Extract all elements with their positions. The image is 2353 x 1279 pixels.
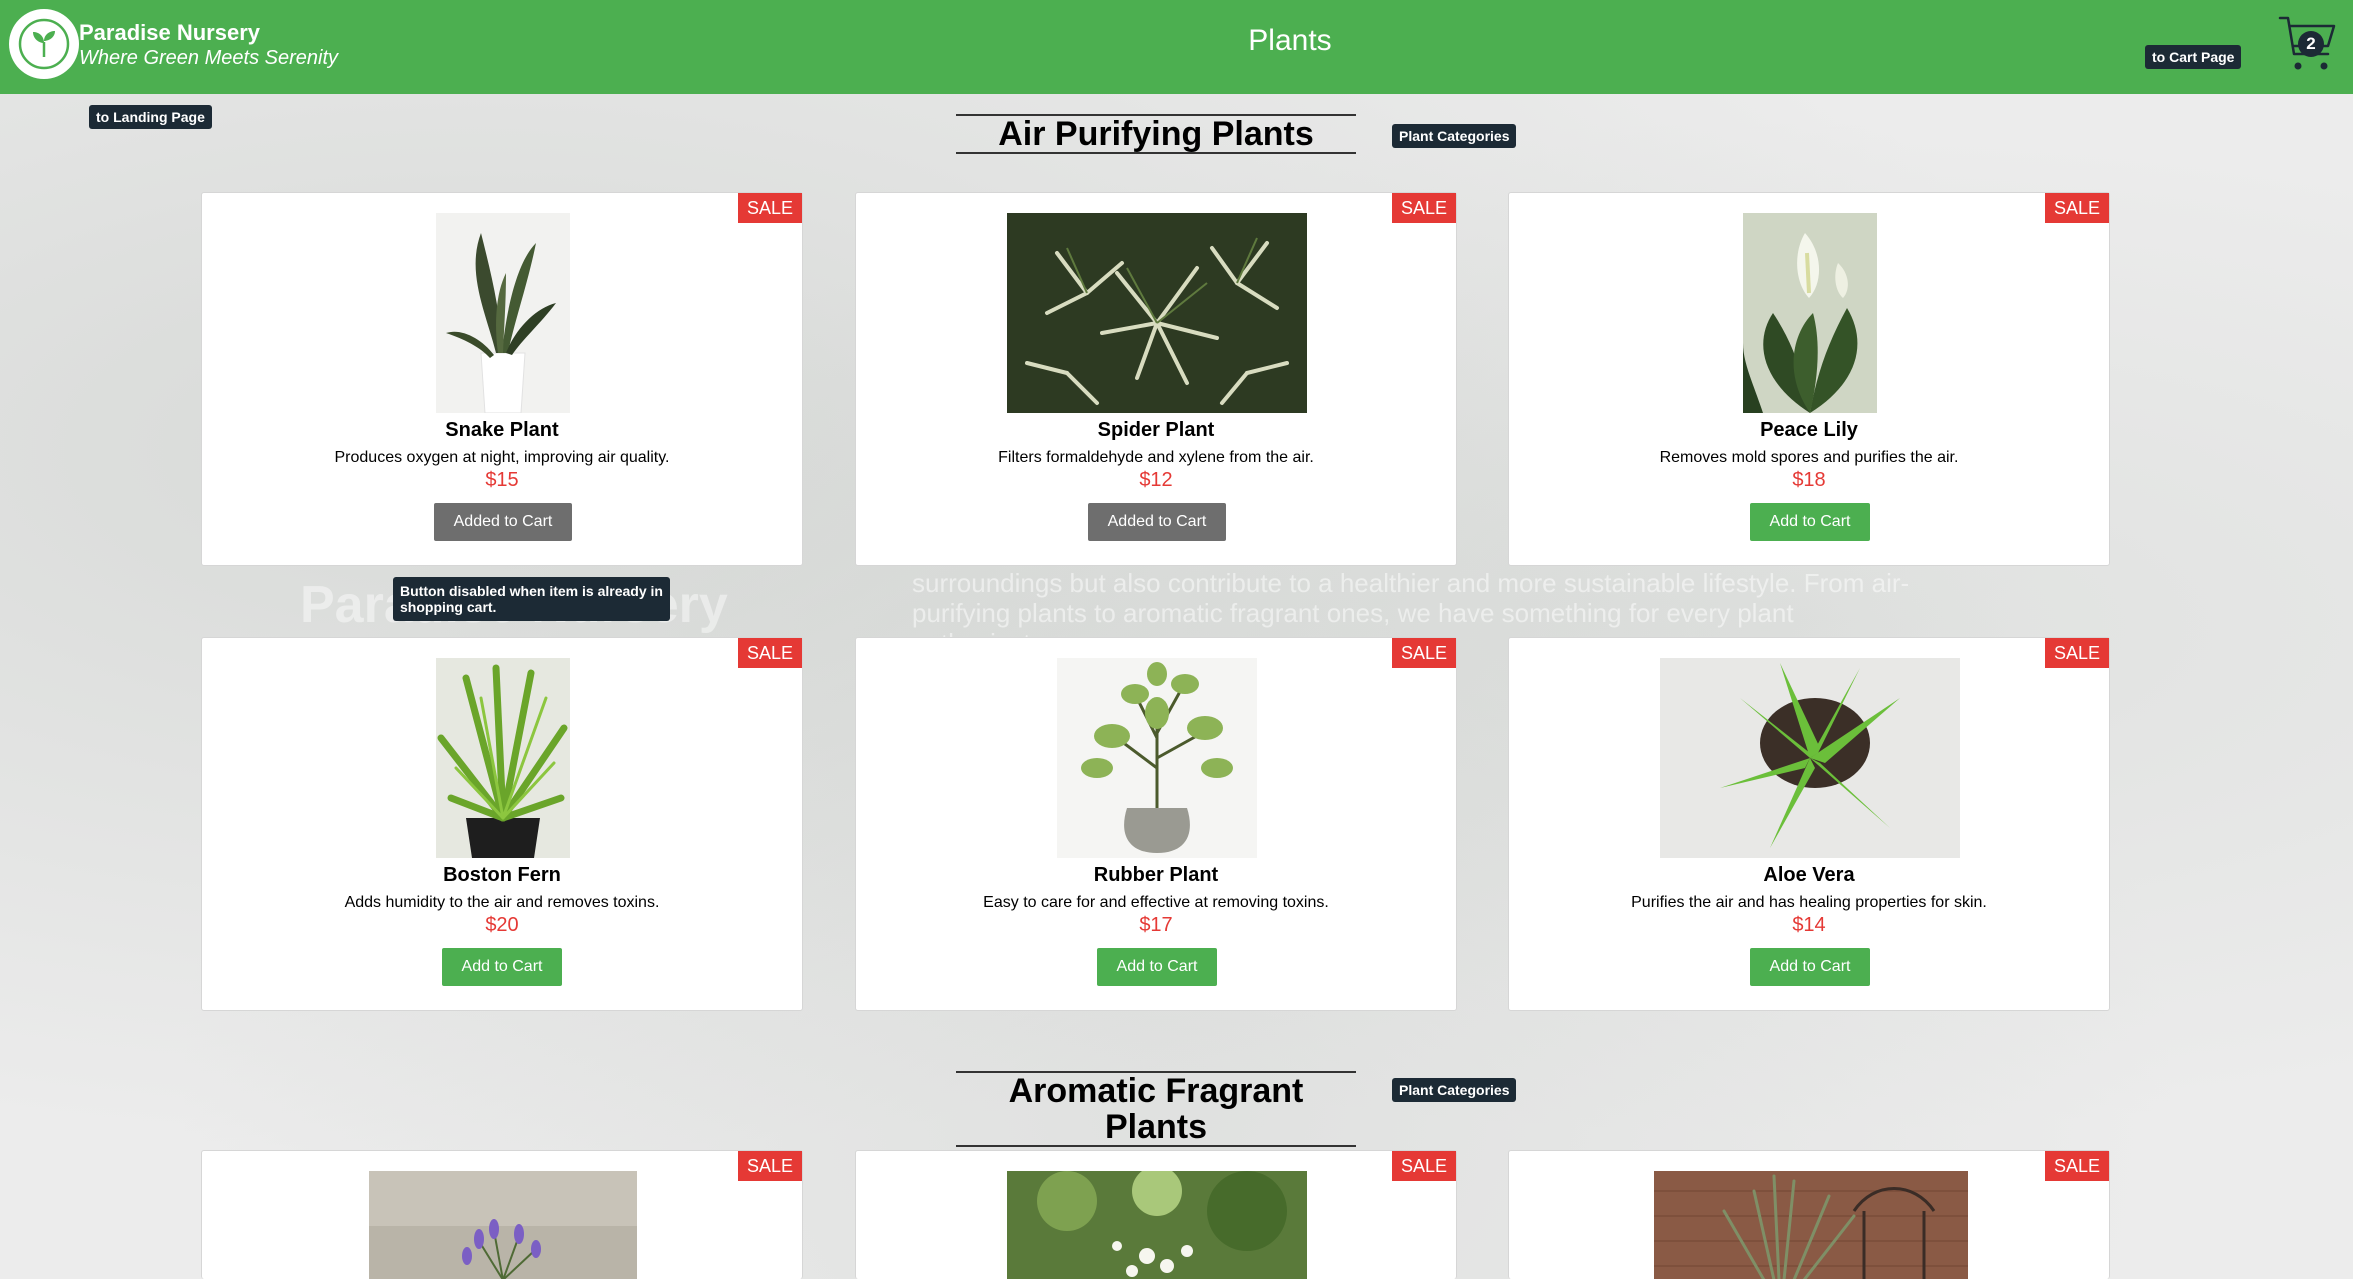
brand-tagline: Where Green Meets Serenity: [79, 47, 338, 69]
sale-badge: SALE: [737, 638, 802, 668]
plant-name: Peace Lily: [1760, 419, 1858, 441]
tooltip-button-disabled: Button disabled when item is already in …: [393, 577, 670, 621]
plant-description: Filters formaldehyde and xylene from the…: [998, 449, 1314, 466]
add-to-cart-button[interactable]: Add to Cart: [1750, 948, 1870, 986]
sale-badge: SALE: [2044, 193, 2109, 223]
plant-image-jasmine: [1007, 1171, 1307, 1279]
plant-name: Snake Plant: [445, 419, 559, 441]
sale-badge: SALE: [737, 1151, 802, 1181]
plant-description: Purifies the air and has healing propert…: [1631, 894, 1987, 911]
plant-price: $17: [1139, 914, 1173, 936]
tooltip-plant-categories: Plant Categories: [1392, 124, 1517, 148]
plant-image-spider-plant: [1007, 213, 1307, 413]
added-to-cart-button[interactable]: Added to Cart: [434, 503, 572, 541]
plant-image-aloe-vera: [1660, 658, 1960, 858]
plant-image-rosemary: [1654, 1171, 1968, 1279]
plant-price: $15: [485, 469, 519, 491]
add-to-cart-button[interactable]: Add to Cart: [1097, 948, 1217, 986]
sale-badge: SALE: [1391, 193, 1456, 223]
logo-link[interactable]: [9, 9, 79, 79]
plant-description: Easy to care for and effective at removi…: [983, 894, 1329, 911]
sprout-logo-icon: [18, 18, 70, 70]
plant-card: SALE Peace Lily Removes mold spores and …: [1508, 192, 2110, 566]
tooltip-cart-page: to Cart Page: [2145, 45, 2242, 69]
add-to-cart-button[interactable]: Add to Cart: [442, 948, 562, 986]
plant-description: Removes mold spores and purifies the air…: [1659, 449, 1959, 466]
plant-card: SALE: [855, 1150, 1457, 1279]
plant-description: Produces oxygen at night, improving air …: [334, 449, 670, 466]
section-title-aromatic-fragrant: Aromatic Fragrant Plants: [956, 1071, 1356, 1147]
plant-image-lavender: [369, 1171, 637, 1279]
plant-name: Boston Fern: [443, 864, 561, 886]
navbar: Paradise Nursery Where Green Meets Seren…: [0, 0, 2353, 94]
plant-price: $14: [1792, 914, 1826, 936]
section-title-air-purifying: Air Purifying Plants: [956, 114, 1356, 154]
plant-price: $18: [1792, 469, 1826, 491]
plant-image-boston-fern: [436, 658, 570, 858]
brand[interactable]: Paradise Nursery Where Green Meets Seren…: [79, 20, 338, 70]
plant-name: Aloe Vera: [1763, 864, 1855, 886]
plant-name: Spider Plant: [1097, 419, 1215, 441]
plant-name: Rubber Plant: [1093, 864, 1219, 886]
sale-badge: SALE: [737, 193, 802, 223]
sale-badge: SALE: [2044, 1151, 2109, 1181]
plant-price: $12: [1139, 469, 1173, 491]
sale-badge: SALE: [1391, 638, 1456, 668]
tooltip-plant-categories: Plant Categories: [1392, 1078, 1517, 1102]
nav-plants-link[interactable]: Plants: [1240, 24, 1340, 58]
plant-image-rubber-plant: [1057, 658, 1257, 858]
plant-price: $20: [485, 914, 519, 936]
sale-badge: SALE: [1391, 1151, 1456, 1181]
add-to-cart-button[interactable]: Add to Cart: [1750, 503, 1870, 541]
brand-name: Paradise Nursery: [79, 20, 260, 45]
sale-badge: SALE: [2044, 638, 2109, 668]
plant-card: SALE Rubber Plant Easy to care for and e…: [855, 637, 1457, 1011]
plant-image-peace-lily: [1743, 213, 1877, 413]
plant-card: SALE Snake Plant Produces oxygen at nigh…: [201, 192, 803, 566]
tooltip-landing-page: to Landing Page: [89, 105, 212, 129]
plant-card: SALE Boston Fern Adds humidity to the ai…: [201, 637, 803, 1011]
plant-card: SALE: [1508, 1150, 2110, 1279]
plant-card: SALE Spider Plant Filters formaldehyde a…: [855, 192, 1457, 566]
plant-card: SALE Aloe Vera Purifies the air and has …: [1508, 637, 2110, 1011]
cart-count-badge: 2: [2298, 31, 2324, 57]
added-to-cart-button[interactable]: Added to Cart: [1088, 503, 1226, 541]
plant-card: SALE: [201, 1150, 803, 1279]
cart-button[interactable]: 2: [2278, 14, 2338, 74]
plant-description: Adds humidity to the air and removes tox…: [344, 894, 660, 911]
plant-image-snake-plant: [436, 213, 570, 413]
